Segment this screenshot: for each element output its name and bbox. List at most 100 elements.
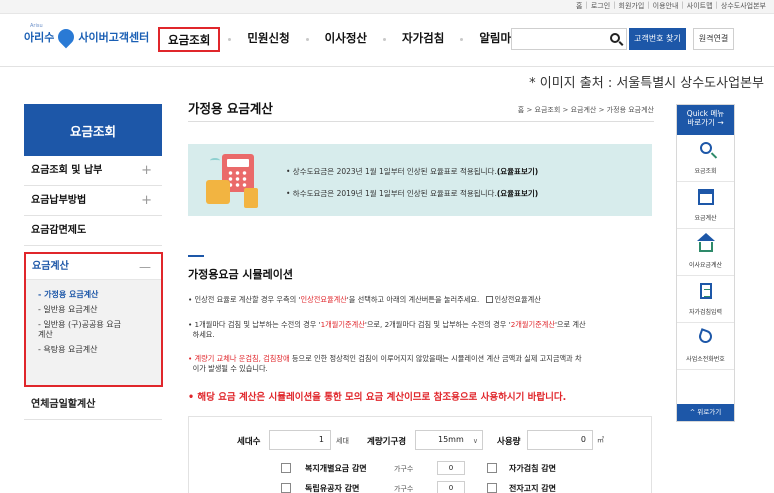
- logo-center-name: 사이버고객센터: [78, 31, 150, 44]
- util-link-join[interactable]: 회원가입: [619, 1, 645, 11]
- sidebar-item-reduction[interactable]: 요금감면제도: [24, 216, 162, 246]
- quick-menu-header[interactable]: Quick 메뉴 바로가기 →: [677, 105, 734, 135]
- meter-size-select[interactable]: 15mm ∨: [415, 430, 483, 450]
- instruction-2: • 1개월마다 검침 및 납부하는 수전의 경우 '1개월기준계산'으로, 2개…: [188, 320, 586, 339]
- util-link-waterworks[interactable]: 상수도사업본부: [721, 1, 766, 11]
- quick-item-moving[interactable]: 이사요금계산: [677, 229, 734, 276]
- gnb-item-civil[interactable]: 민원신청: [239, 27, 297, 52]
- quick-item-self-reading[interactable]: 자가검침입력: [677, 276, 734, 323]
- magnifier-icon: [699, 142, 712, 154]
- remote-connect-button[interactable]: 원격연결: [693, 28, 734, 50]
- quick-item-label: 자가검침입력: [688, 309, 723, 316]
- section-title: 가정용요금 시뮬레이션: [188, 268, 294, 281]
- pre-increase-checkbox[interactable]: [485, 296, 493, 303]
- gnb-divider: [305, 38, 309, 41]
- gnb-item-self-reading[interactable]: 자가검침: [394, 27, 452, 52]
- quick-item-billing[interactable]: 요금조회: [677, 135, 734, 182]
- quick-item-label: 사업소전화번호: [686, 356, 725, 363]
- chevron-down-icon: ∨: [472, 437, 478, 445]
- meter-size-label: 계량기구경: [367, 437, 407, 447]
- patriot-household-input[interactable]: 0: [437, 481, 465, 493]
- expand-icon[interactable]: +: [141, 186, 152, 216]
- logo-arisu: 아리수: [24, 31, 55, 44]
- main-content: 가정용 요금계산 홈 > 요금조회 > 요금계산 > 가정용 요금계산 • 상수…: [188, 98, 654, 493]
- sidebar-item-billing-payment[interactable]: 요금조회 및 납부 +: [24, 156, 162, 186]
- calc-form: 세대수 1 세대 계량기구경 15mm ∨ 사용량 0 ㎥ 복지개별요금 감면 …: [188, 416, 652, 493]
- gnb-divider: [228, 38, 232, 41]
- notice-text: • 하수도요금은 2019년 1월 1일부터 인상된 요율표로 적용됩니다.: [286, 189, 497, 198]
- welfare-household-input[interactable]: 0: [437, 461, 465, 475]
- logo-arisu-en: Arisu: [30, 23, 43, 29]
- util-link-sitemap[interactable]: 사이트맵: [687, 1, 713, 11]
- decor-leaf-icon: [210, 158, 220, 163]
- simulation-warning: • 해당 요금 계산은 시뮬레이션을 통한 모의 요금 계산이므로 참조용으로 …: [188, 392, 567, 403]
- self-reading-reduction-checkbox[interactable]: [487, 463, 497, 473]
- find-customer-number-button[interactable]: 고객번호 찾기: [629, 28, 686, 50]
- search-icon[interactable]: [610, 33, 620, 43]
- scroll-top-button[interactable]: ^ 위로가기: [677, 404, 734, 421]
- collapse-icon[interactable]: —: [139, 254, 151, 280]
- welfare-reduction-checkbox[interactable]: [281, 463, 291, 473]
- util-link-guide[interactable]: 이용안내: [653, 1, 679, 11]
- sidebar-subitem-general[interactable]: - 일반용 요금계산: [26, 305, 161, 315]
- e-bill-reduction-checkbox[interactable]: [487, 483, 497, 493]
- welfare-household-label: 가구수: [394, 465, 414, 473]
- meter-size-value: 15mm: [438, 435, 464, 444]
- sidebar-subitem-household[interactable]: - 가정용 요금계산: [26, 290, 161, 300]
- title-divider: [188, 121, 654, 122]
- sidebar-subitem-bath[interactable]: - 욕탕용 요금계산: [26, 345, 161, 355]
- instruction-1: • 인상전 요율로 계산할 경우 우측의 '인상전요율계산'을 선택하고 아래의…: [188, 295, 541, 304]
- rate-notice-box: • 상수도요금은 2023년 1월 1일부터 인상된 요율표로 적용됩니다.(요…: [188, 144, 652, 216]
- sidebar-group-fee-calc: 요금계산 — - 가정용 요금계산 - 일반용 요금계산 - 일반용 (구)공공…: [24, 252, 163, 387]
- sidebar-subitems: - 가정용 요금계산 - 일반용 요금계산 - 일반용 (구)공공용 요금계산 …: [26, 280, 161, 385]
- coin-stack-icon: [244, 188, 258, 208]
- coin-stack-icon: [206, 180, 230, 204]
- notice-line-water: • 상수도요금은 2023년 1월 1일부터 인상된 요율표로 적용됩니다.(요…: [286, 166, 538, 177]
- rate-table-link[interactable]: (요율표보기): [497, 189, 538, 198]
- header: Arisu 아리수 사이버고객센터 요금조회 민원신청 이사정산 자가검침 알림…: [0, 15, 774, 67]
- sidebar-item-fee-calc[interactable]: 요금계산 —: [26, 254, 161, 280]
- quick-menu-title: Quick 메뉴: [686, 109, 725, 118]
- side-nav-title: 요금조회: [24, 104, 162, 156]
- gnb-item-billing[interactable]: 요금조회: [158, 27, 221, 52]
- quick-item-label: 이사요금계산: [688, 262, 723, 269]
- sidebar-item-label: 요금납부방법: [31, 195, 87, 206]
- sidebar-item-label: 요금조회 및 납부: [31, 165, 103, 176]
- patriot-reduction-label: 독립유공자 감면: [305, 484, 360, 493]
- search-input[interactable]: [511, 28, 627, 50]
- sidebar-item-payment-method[interactable]: 요금납부방법 +: [24, 186, 162, 216]
- self-reading-reduction-label: 자가검침 감면: [509, 464, 556, 473]
- quick-item-calc[interactable]: 요금계산: [677, 182, 734, 229]
- site-logo[interactable]: Arisu 아리수 사이버고객센터: [24, 23, 150, 49]
- document-icon: [699, 283, 712, 299]
- gnb-item-moving[interactable]: 이사정산: [317, 27, 375, 52]
- gnb-divider: [382, 38, 386, 41]
- households-input[interactable]: 1: [269, 430, 331, 450]
- section-mark: [188, 255, 204, 257]
- calculator-icon: [697, 189, 714, 205]
- rate-table-link[interactable]: (요율표보기): [497, 167, 538, 176]
- breadcrumb: 홈 > 요금조회 > 요금계산 > 가정용 요금계산: [517, 106, 654, 114]
- quick-item-phone[interactable]: 사업소전화번호: [677, 323, 734, 370]
- sidebar-item-overdue-calc[interactable]: 연체금일할계산: [24, 390, 162, 420]
- expand-icon[interactable]: +: [141, 156, 152, 186]
- usage-unit: ㎥: [597, 436, 604, 444]
- sidebar-item-label: 요금계산: [32, 261, 69, 272]
- gnb-divider: [460, 38, 464, 41]
- house-icon: [696, 233, 715, 252]
- patriot-reduction-checkbox[interactable]: [281, 483, 291, 493]
- quick-menu-subtitle: 바로가기 →: [687, 118, 724, 127]
- sidebar-subitem-public[interactable]: - 일반용 (구)공공용 요금계산: [26, 320, 122, 340]
- households-label: 세대수: [237, 437, 261, 447]
- notice-line-sewage: • 하수도요금은 2019년 1월 1일부터 인상된 요율표로 적용됩니다.(요…: [286, 188, 538, 199]
- util-link-login[interactable]: 로그인: [591, 1, 610, 11]
- side-nav: 요금조회 요금조회 및 납부 + 요금납부방법 + 요금감면제도 요금계산 — …: [24, 104, 163, 420]
- utility-links: 홈 | 로그인 | 회원가입 | 이용안내 | 사이트맵 | 상수도사업본부: [576, 1, 766, 11]
- quick-menu: Quick 메뉴 바로가기 → 요금조회 요금계산 이사요금계산 자가검침입력 …: [676, 104, 735, 422]
- usage-input[interactable]: 0: [527, 430, 593, 450]
- e-bill-reduction-label: 전자고지 감면: [509, 484, 556, 493]
- util-link-home[interactable]: 홈: [576, 1, 582, 11]
- quick-item-label: 요금조회: [694, 168, 717, 175]
- global-nav: 요금조회 민원신청 이사정산 자가검침 알림마당: [158, 27, 530, 52]
- patriot-household-label: 가구수: [394, 485, 414, 493]
